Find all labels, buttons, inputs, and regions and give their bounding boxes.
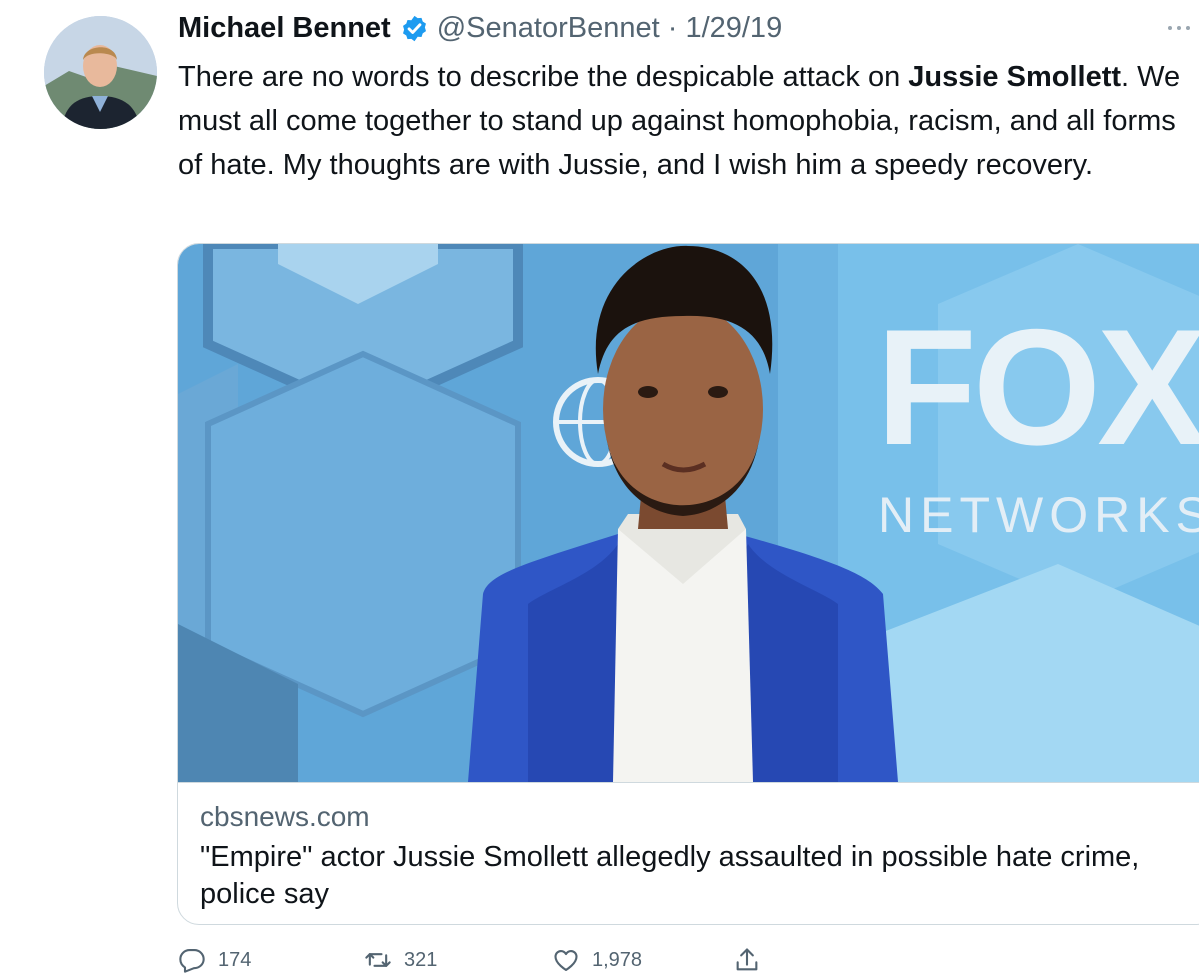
reply-count: 174: [218, 948, 252, 971]
retweet-icon: [364, 946, 392, 974]
tweet-text-part1: There are no words to describe the despi…: [178, 61, 909, 93]
card-divider: [178, 782, 1199, 783]
like-count: 1,978: [592, 948, 643, 971]
author-name[interactable]: Michael Bennet: [178, 12, 391, 45]
avatar-photo: [44, 16, 157, 129]
like-button[interactable]: 1,978: [552, 940, 642, 980]
share-button[interactable]: [733, 940, 773, 980]
fox-logo-subtext: NETWORKS: [878, 487, 1199, 543]
retweet-button[interactable]: 321: [364, 940, 437, 980]
tweet-actions: 174 321 1,978: [0, 940, 1199, 980]
author-handle[interactable]: @SenatorBennet: [437, 12, 660, 45]
link-card[interactable]: FOX NETWORKS cbsnews.com "Empire" actor …: [177, 243, 1199, 925]
card-title: "Empire" actor Jussie Smollett allegedly…: [200, 841, 1140, 910]
tweet-text-bold: Jussie Smollett: [908, 61, 1122, 93]
heart-icon: [552, 946, 580, 974]
more-options-icon[interactable]: [1162, 18, 1196, 38]
verified-badge-icon: [400, 14, 429, 43]
card-domain: cbsnews.com: [200, 801, 370, 832]
share-icon: [733, 946, 761, 974]
tweet-text: There are no words to describe the despi…: [178, 55, 1188, 187]
card-image: FOX NETWORKS: [178, 244, 1199, 782]
tweet-date[interactable]: 1/29/19: [685, 12, 782, 45]
retweet-count: 321: [404, 948, 438, 971]
author-avatar[interactable]: [44, 16, 157, 129]
tweet-header: Michael Bennet @SenatorBennet · 1/29/19: [178, 10, 782, 46]
reply-icon: [178, 946, 206, 974]
meta-separator: ·: [659, 11, 686, 44]
reply-button[interactable]: 174: [178, 940, 251, 980]
fox-logo-text: FOX: [876, 295, 1199, 479]
